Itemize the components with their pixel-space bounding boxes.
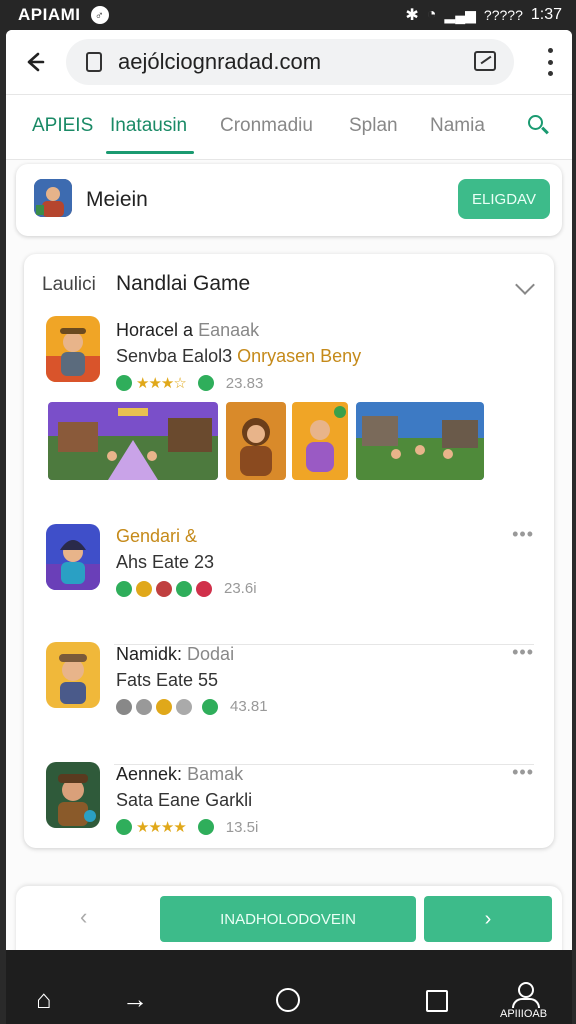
rating-stars: ★★★★ bbox=[136, 819, 187, 836]
system-nav-bar: ⌂ → APIIIOAB bbox=[6, 950, 572, 1024]
previous-button[interactable]: ‹ bbox=[80, 904, 87, 930]
chevron-down-icon[interactable] bbox=[515, 275, 535, 295]
account-card: Meiein ELIGDAV bbox=[16, 164, 562, 236]
back-arrow-icon bbox=[27, 52, 45, 72]
game-icon bbox=[46, 762, 100, 828]
battery-text: ????? bbox=[483, 7, 523, 23]
settings-icon bbox=[176, 698, 192, 715]
game-name: Horacel a bbox=[116, 320, 194, 340]
grey-badge-icon bbox=[116, 698, 132, 715]
game-desc: Ahs Eate 23 bbox=[116, 552, 215, 572]
recents-button[interactable] bbox=[426, 990, 448, 1012]
game-name: Gendari & bbox=[116, 526, 198, 546]
home-circle-button[interactable] bbox=[276, 988, 300, 1012]
overflow-menu-button[interactable] bbox=[542, 48, 558, 76]
profile-label: APIIIOAB bbox=[500, 1008, 548, 1020]
game-desc: Fats Eate 55 bbox=[116, 670, 219, 690]
browser-screen: aejólciognradad.com APIEIS Inatausin Cro… bbox=[6, 30, 572, 1024]
game-studio: Dodai bbox=[187, 644, 235, 664]
green-badge-icon bbox=[116, 580, 132, 597]
screenshot-2[interactable] bbox=[226, 402, 286, 480]
tab-apieis[interactable]: APIEIS bbox=[32, 115, 93, 137]
carrier-name: APIAMI bbox=[18, 5, 81, 24]
list-item[interactable]: Namidk: Dodai Fats Eate 55 43.81 ••• bbox=[24, 640, 554, 736]
active-tab-indicator bbox=[106, 151, 194, 154]
game-icon bbox=[46, 524, 100, 590]
verified-icon bbox=[197, 375, 214, 391]
tab-cronmadiu[interactable]: Cronmadiu bbox=[220, 115, 313, 137]
url-text: aejólciognradad.com bbox=[118, 49, 322, 74]
game-desc: Sata Eane Garkli bbox=[116, 790, 253, 810]
heart-icon bbox=[196, 580, 212, 597]
tab-namia[interactable]: Namia bbox=[430, 115, 485, 137]
verified-icon bbox=[176, 580, 192, 597]
game-icon bbox=[46, 642, 100, 708]
clock: 1:37 bbox=[530, 6, 562, 23]
tab-bar: APIEIS Inatausin Cronmadiu Splan Namia bbox=[6, 94, 572, 160]
screenshot-4[interactable] bbox=[356, 402, 484, 480]
screenshot-3[interactable] bbox=[292, 402, 348, 480]
status-bar: APIAMI ♂ ✱ ◔ ▂▄▆ ????? 1:37 bbox=[0, 0, 576, 30]
account-avatar bbox=[34, 179, 72, 217]
device-frame: APIAMI ♂ ✱ ◔ ▂▄▆ ????? 1:37 aejólciognra… bbox=[0, 0, 576, 1024]
coin-icon bbox=[136, 580, 152, 597]
game-studio: Bamak bbox=[187, 764, 244, 784]
game-rating: 13.5i bbox=[225, 818, 259, 836]
tab-splan[interactable]: Splan bbox=[349, 115, 398, 137]
more-options-button[interactable]: ••• bbox=[512, 524, 534, 545]
list-category: Laulici bbox=[42, 274, 96, 295]
back-button[interactable] bbox=[6, 30, 64, 94]
person-icon bbox=[518, 982, 534, 998]
game-desc: Senvba Ealol3 bbox=[116, 346, 233, 366]
game-rating: 43.81 bbox=[230, 698, 268, 715]
game-name: Aennek: bbox=[116, 764, 183, 784]
url-bar: aejólciognradad.com bbox=[6, 30, 572, 94]
screenshot-1[interactable] bbox=[48, 402, 218, 480]
address-field[interactable]: aejólciognradad.com bbox=[66, 39, 514, 85]
game-list-card: Laulici Nandlai Game Horacel a Eanaak Se… bbox=[24, 254, 554, 848]
game-studio: Eanaak bbox=[198, 320, 260, 340]
green-badge-icon bbox=[116, 375, 132, 391]
list-item[interactable]: Gendari & Ahs Eate 23 23.6i ••• bbox=[24, 522, 554, 618]
lock-icon bbox=[86, 52, 102, 72]
verified-icon bbox=[202, 698, 218, 715]
home-icon[interactable]: ⌂ bbox=[36, 984, 52, 1015]
wifi-icon: ◔ bbox=[426, 6, 437, 23]
account-name: Meiein bbox=[86, 188, 148, 211]
game-rating: 23.83 bbox=[225, 374, 264, 392]
account-action-button[interactable]: ELIGDAV bbox=[458, 179, 550, 219]
dice-icon bbox=[156, 698, 172, 715]
screenshot-strip[interactable] bbox=[48, 402, 488, 482]
bluetooth-icon: ✱ bbox=[405, 7, 419, 24]
forward-icon[interactable]: → bbox=[122, 984, 148, 1015]
game-rating: 23.6i bbox=[224, 580, 257, 597]
main-action-button[interactable]: INADHOLODOVEIN bbox=[160, 896, 416, 942]
pager-bar: ‹ INADHOLODOVEIN › bbox=[16, 886, 562, 958]
game-name: Namidk: bbox=[116, 644, 183, 664]
notification-icon: ♂ bbox=[90, 6, 109, 24]
person-icon-body bbox=[512, 998, 540, 1008]
verified-icon bbox=[197, 819, 214, 835]
list-item[interactable]: Aennek: Bamak Sata Eane Garkli ★★★★ 13.5… bbox=[24, 760, 554, 856]
game-tag: Onryasen Beny bbox=[237, 346, 362, 366]
signal-icon: ▂▄▆ bbox=[444, 6, 476, 23]
more-options-button[interactable]: ••• bbox=[512, 762, 534, 783]
list-item[interactable]: Horacel a Eanaak Senvba Ealol3 Onryasen … bbox=[24, 316, 554, 412]
list-title: Nandlai Game bbox=[116, 272, 251, 295]
game-icon bbox=[46, 316, 100, 382]
search-icon[interactable] bbox=[526, 113, 552, 139]
profile-button[interactable]: APIIIOAB bbox=[500, 982, 547, 1020]
next-button[interactable]: › bbox=[424, 896, 552, 942]
green-badge-icon bbox=[116, 819, 132, 835]
rating-stars: ★★★☆ bbox=[136, 375, 187, 392]
tab-inatausin[interactable]: Inatausin bbox=[110, 115, 187, 137]
more-options-button[interactable]: ••• bbox=[512, 642, 534, 663]
share-icon[interactable] bbox=[474, 51, 496, 71]
gear-icon bbox=[136, 698, 152, 715]
red-badge-icon bbox=[156, 580, 172, 597]
